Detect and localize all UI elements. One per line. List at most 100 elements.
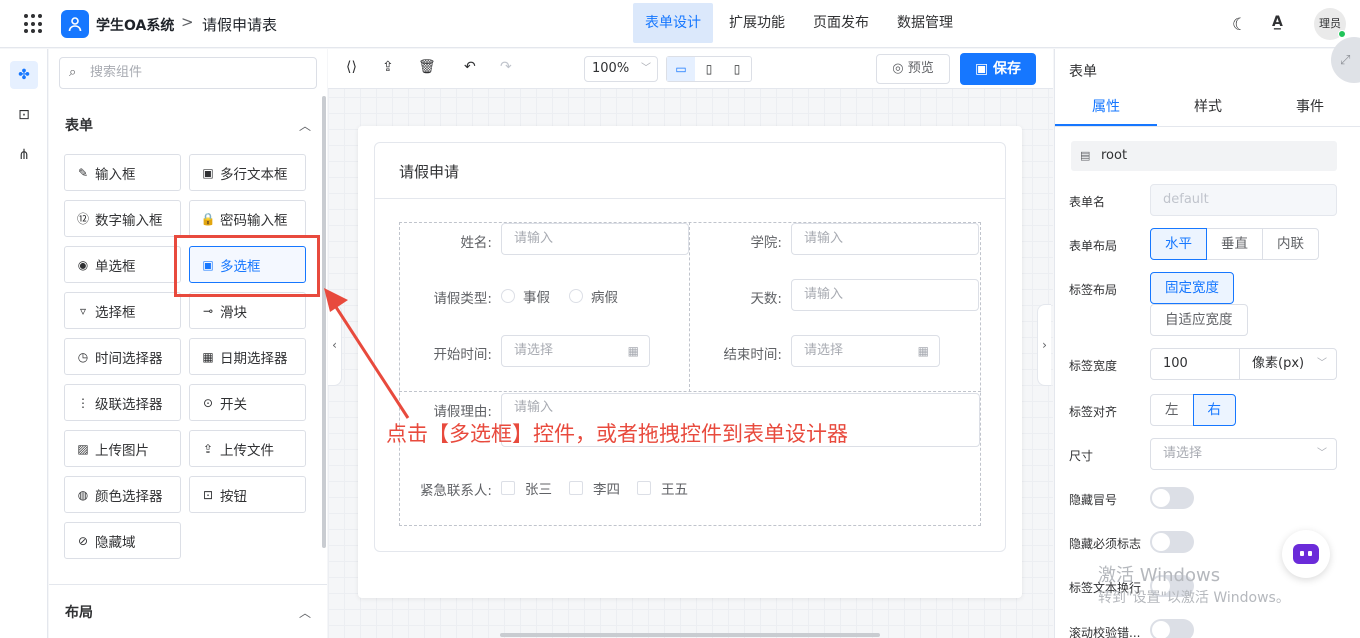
- undo-icon[interactable]: ↶: [464, 59, 476, 75]
- end-time-picker[interactable]: 请选择 ▦: [791, 335, 940, 367]
- component-radio[interactable]: ◉ 单选框: [64, 246, 181, 283]
- layout-inline-button[interactable]: 内联: [1262, 228, 1319, 260]
- checkbox-option-label: 王五: [661, 482, 688, 498]
- component-label: 上传图片: [95, 442, 149, 459]
- annotation-arrow-icon: [324, 288, 410, 419]
- translate-icon[interactable]: A̲: [1272, 14, 1283, 30]
- hide-required-switch[interactable]: [1150, 531, 1194, 553]
- radio-sick-leave[interactable]: 病假: [569, 286, 618, 306]
- avatar[interactable]: 理员: [1314, 8, 1346, 40]
- component-slider[interactable]: ⊸ 滑块: [189, 292, 306, 329]
- palette-icon: ◍: [77, 487, 89, 502]
- component-input[interactable]: ✎ 输入框: [64, 154, 181, 191]
- eye-icon: ◎: [892, 61, 908, 76]
- checkbox-lisi[interactable]: 李四: [569, 478, 620, 498]
- tab-page-publish[interactable]: 页面发布: [801, 3, 881, 43]
- zoom-select[interactable]: 100% ﹀: [584, 56, 658, 82]
- apps-grid-icon[interactable]: [24, 14, 44, 34]
- component-select[interactable]: ▿ 选择框: [64, 292, 181, 329]
- save-button[interactable]: ▣ 保存: [960, 53, 1036, 85]
- checkbox-zhangsan[interactable]: 张三: [501, 478, 552, 498]
- tab-styles[interactable]: 样式: [1157, 89, 1259, 126]
- start-time-label: 开始时间:: [433, 347, 492, 363]
- mobile-icon[interactable]: ▯: [723, 57, 751, 81]
- robot-icon: [1293, 544, 1319, 564]
- size-select[interactable]: 请选择 ﹀: [1150, 438, 1337, 470]
- component-date-picker[interactable]: ▦ 日期选择器: [189, 338, 306, 375]
- chevron-down-icon: ﹀: [1317, 358, 1327, 369]
- tab-attributes[interactable]: 属性: [1055, 89, 1157, 126]
- layout-section-title[interactable]: 布局: [65, 602, 93, 622]
- component-color-picker[interactable]: ◍ 颜色选择器: [64, 476, 181, 513]
- export-icon[interactable]: ⇪: [382, 59, 394, 75]
- component-search-input[interactable]: ⌕ 搜索组件: [59, 57, 317, 89]
- component-switch[interactable]: ⊙ 开关: [189, 384, 306, 421]
- windows-watermark-subtitle: 转到"设置"以激活 Windows。: [1098, 590, 1290, 606]
- label-align-group: 左 右: [1150, 394, 1236, 426]
- tree-icon[interactable]: ⋔: [10, 141, 38, 169]
- component-time-picker[interactable]: ◷ 时间选择器: [64, 338, 181, 375]
- align-left-button[interactable]: 左: [1150, 394, 1194, 426]
- label-width-input[interactable]: 100: [1150, 348, 1240, 380]
- tab-events[interactable]: 事件: [1259, 89, 1360, 126]
- root-node[interactable]: ▤ root: [1071, 141, 1337, 171]
- checkbox-wangwu[interactable]: 王五: [637, 478, 688, 498]
- component-hidden-field[interactable]: ⊘ 隐藏域: [64, 522, 181, 559]
- college-input[interactable]: 请输入: [791, 223, 979, 255]
- chevron-up-icon[interactable]: ︿: [299, 604, 311, 621]
- component-cascader[interactable]: ⋮ 级联选择器: [64, 384, 181, 421]
- component-password-input[interactable]: 🔒 密码输入框: [189, 200, 306, 237]
- layout-vertical-button[interactable]: 垂直: [1206, 228, 1263, 260]
- form-name-value: default: [1163, 192, 1209, 207]
- component-number-input[interactable]: ⑫ 数字输入框: [64, 200, 181, 237]
- component-button[interactable]: ⊡ 按钮: [189, 476, 306, 513]
- label-fixed-width-button[interactable]: 固定宽度: [1150, 272, 1234, 304]
- label-width-unit-select[interactable]: 像素(px) ﹀: [1239, 348, 1337, 380]
- puzzle-icon[interactable]: ✤: [10, 61, 38, 89]
- tab-form-design[interactable]: 表单设计: [633, 3, 713, 43]
- app-logo-icon: [61, 10, 89, 38]
- radio-personal-leave[interactable]: 事假: [501, 286, 550, 306]
- section-divider: [49, 584, 327, 585]
- table-icon: ▤: [1080, 149, 1091, 162]
- app-name[interactable]: 学生OA系统: [96, 15, 174, 35]
- label-width-label: 标签宽度: [1069, 359, 1118, 373]
- name-input[interactable]: 请输入: [501, 223, 689, 255]
- redo-icon[interactable]: ↷: [500, 59, 512, 75]
- canvas-horizontal-scrollbar[interactable]: [500, 633, 880, 637]
- tablet-icon[interactable]: ▯: [695, 57, 723, 81]
- label-layout-auto-group: 自适应宽度: [1150, 304, 1248, 336]
- moon-icon[interactable]: ☾: [1232, 15, 1247, 35]
- start-time-picker[interactable]: 请选择 ▦: [501, 335, 650, 367]
- form-name-input[interactable]: default: [1150, 184, 1337, 216]
- form-section-title[interactable]: 表单: [65, 115, 93, 135]
- chevron-up-icon[interactable]: ︿: [299, 117, 311, 134]
- top-navigation: 表单设计 扩展功能 页面发布 数据管理: [633, 3, 969, 43]
- hide-colon-switch[interactable]: [1150, 487, 1194, 509]
- preview-button[interactable]: ◎ 预览: [876, 54, 950, 84]
- collapse-right-button[interactable]: ›: [1037, 304, 1051, 386]
- trash-icon[interactable]: 🗑: [418, 59, 436, 75]
- days-input[interactable]: 请输入: [791, 279, 979, 311]
- component-textarea[interactable]: ▣ 多行文本框: [189, 154, 306, 191]
- component-label: 级联选择器: [95, 396, 163, 413]
- layout-horizontal-button[interactable]: 水平: [1150, 228, 1207, 260]
- component-upload-image[interactable]: ▨ 上传图片: [64, 430, 181, 467]
- label-auto-width-button[interactable]: 自适应宽度: [1150, 304, 1248, 336]
- label-align-label: 标签对齐: [1069, 405, 1118, 419]
- assistant-bot-button[interactable]: [1282, 530, 1330, 578]
- component-label: 数字输入框: [95, 212, 163, 229]
- align-right-button[interactable]: 右: [1192, 394, 1236, 426]
- component-label: 日期选择器: [220, 350, 288, 367]
- code-block-icon[interactable]: ⊡: [10, 101, 38, 129]
- desktop-icon[interactable]: ▭: [667, 57, 695, 81]
- tab-data-management[interactable]: 数据管理: [885, 3, 965, 43]
- component-label: 密码输入框: [220, 212, 288, 229]
- end-placeholder: 请选择: [804, 343, 844, 358]
- component-upload-file[interactable]: ⇪ 上传文件: [189, 430, 306, 467]
- save-icon: ▣: [974, 61, 994, 77]
- tab-extensions[interactable]: 扩展功能: [717, 3, 797, 43]
- scroll-validate-switch[interactable]: [1150, 619, 1194, 638]
- code-icon[interactable]: ⟨⟩: [346, 59, 357, 75]
- save-label: 保存: [993, 61, 1022, 77]
